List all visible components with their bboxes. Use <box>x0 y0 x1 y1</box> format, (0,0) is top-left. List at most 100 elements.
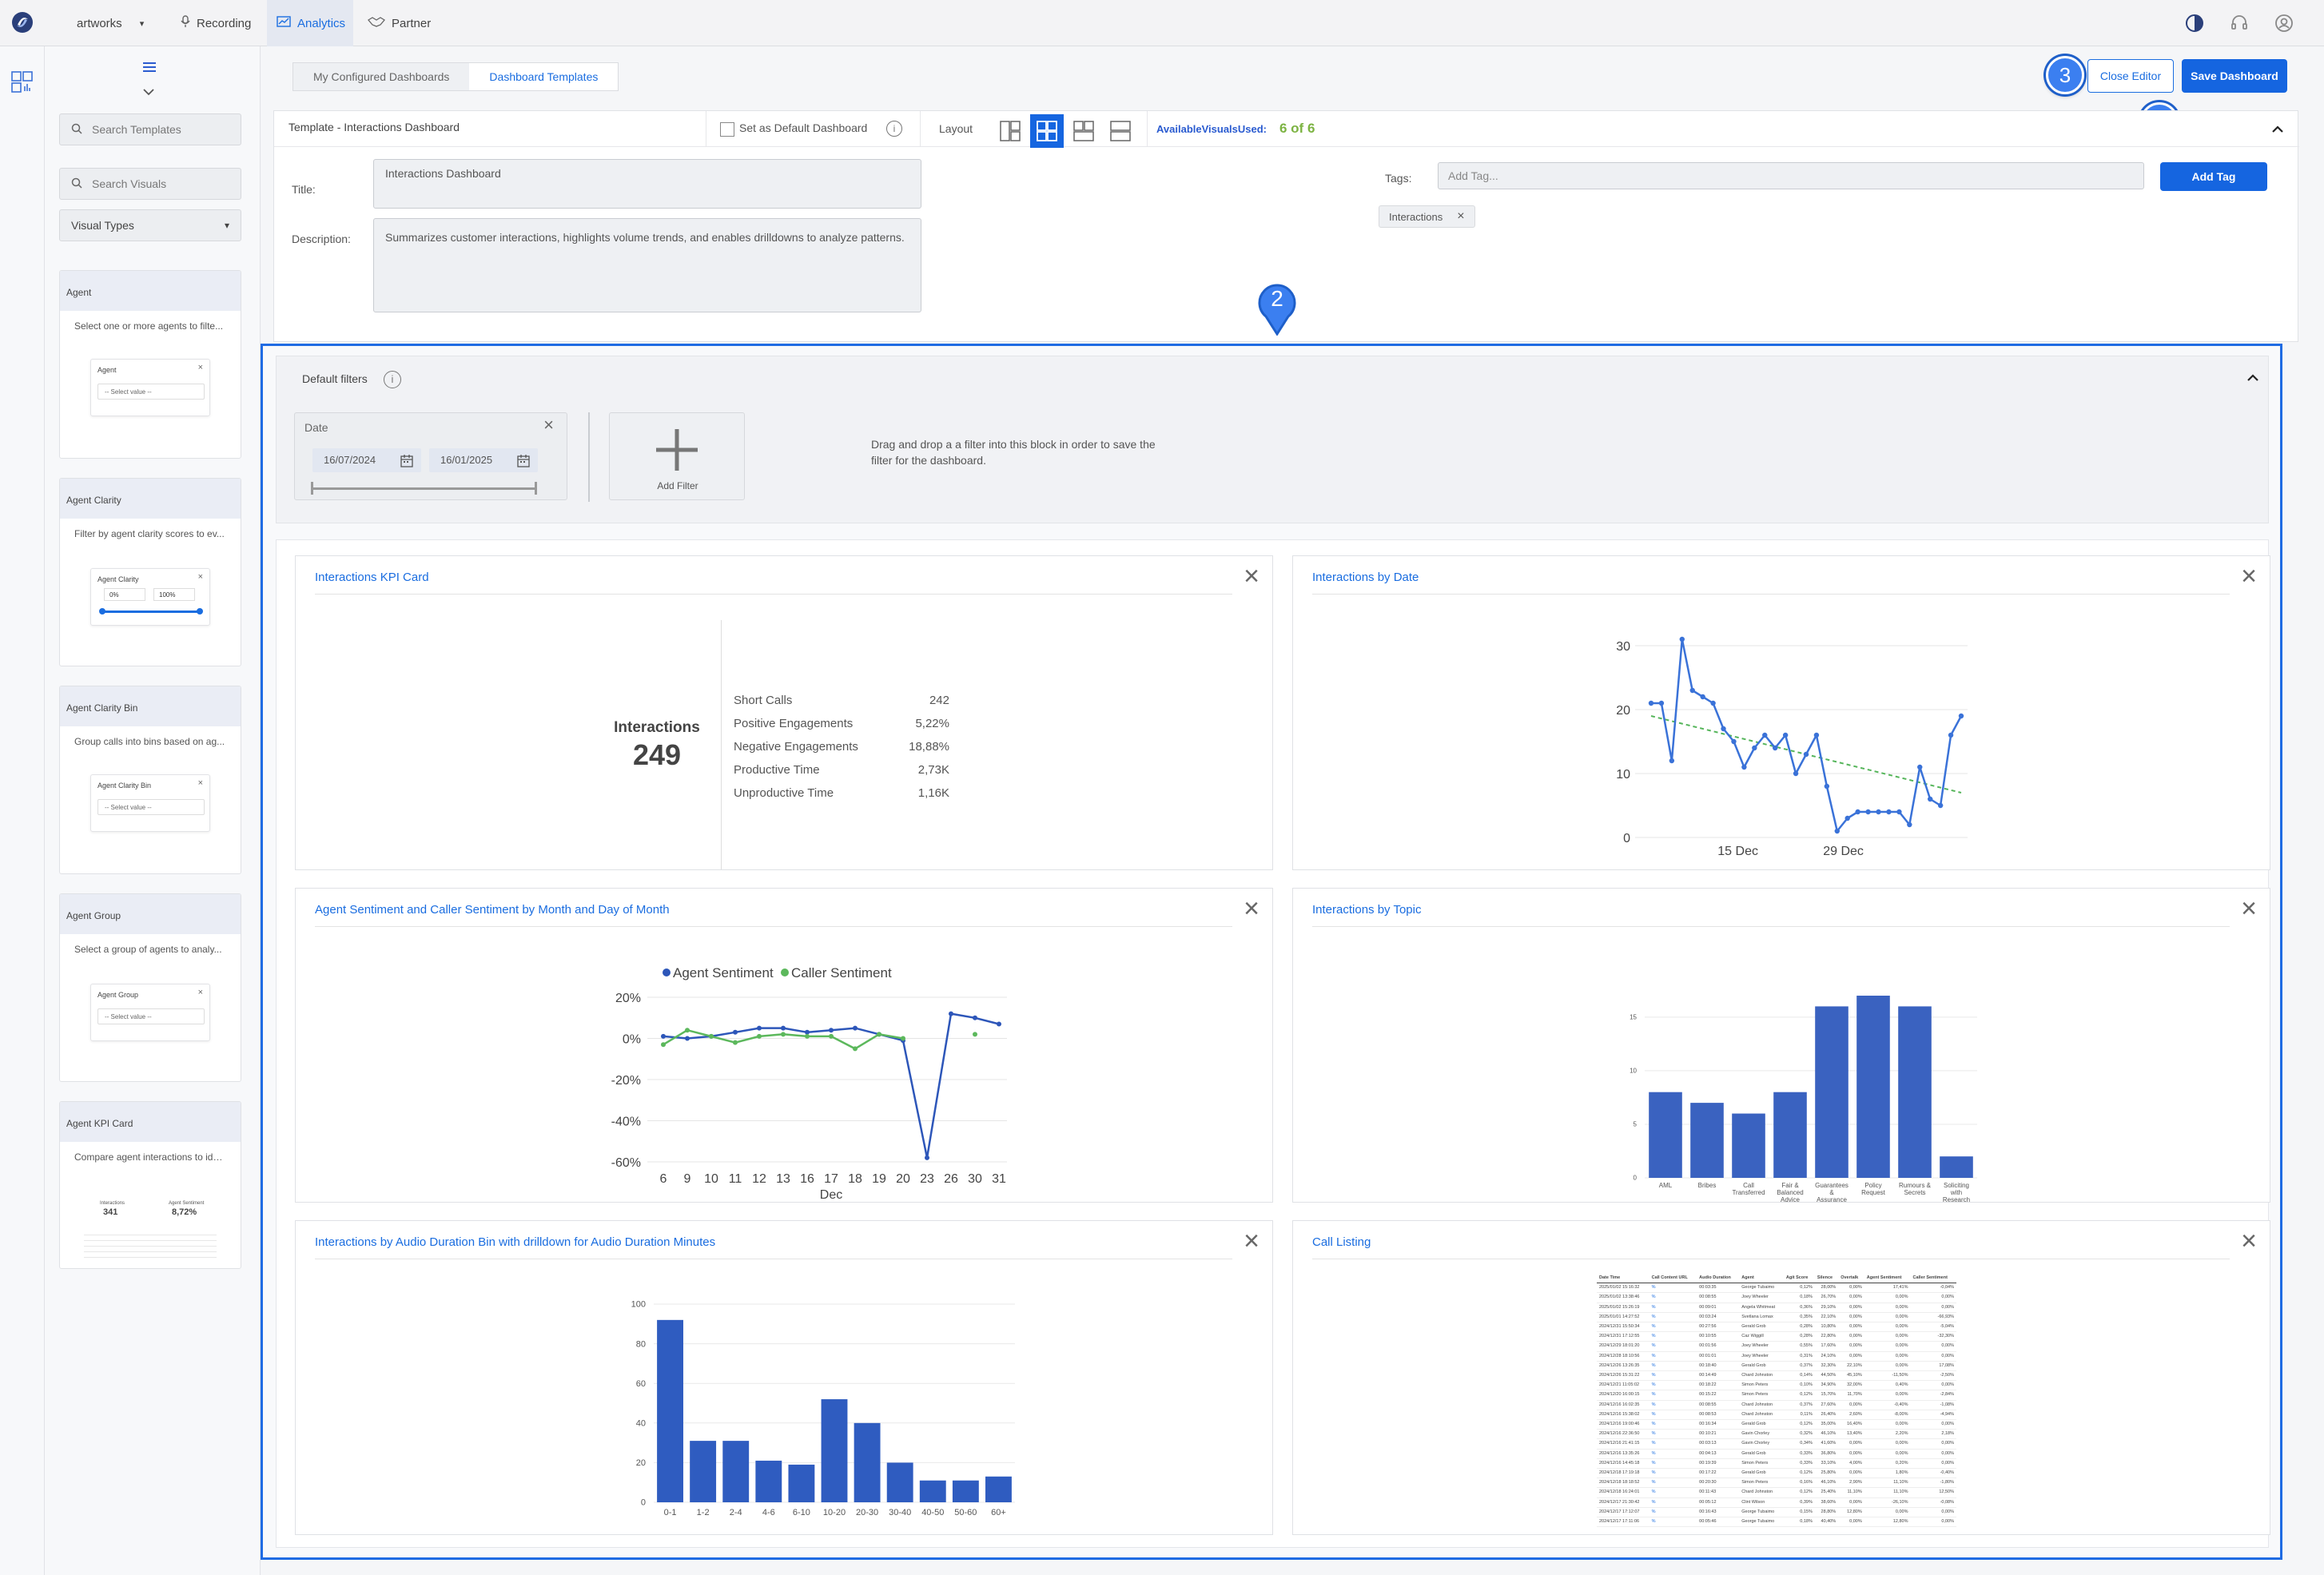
visual-card-agent-group[interactable]: Agent Group Select a group of agents to … <box>59 893 241 1082</box>
default-dashboard-checkbox[interactable] <box>720 122 734 137</box>
dashboard-builder-icon[interactable] <box>10 70 34 94</box>
panel-title[interactable]: Interactions KPI Card <box>315 571 429 584</box>
layout-option-3[interactable] <box>1067 114 1100 148</box>
nav-partner-label: Partner <box>392 16 432 30</box>
table-cell: 2024/12/28 18:10:56 <box>1597 1351 1649 1362</box>
visual-card-agent-clarity-bin[interactable]: Agent Clarity Bin Group calls into bins … <box>59 686 241 874</box>
table-cell: 45,10% <box>1838 1370 1864 1382</box>
table-row[interactable]: 2024/12/16 13:35:26% 00:04:13 Gerald Grob 0… <box>1597 1449 1956 1459</box>
slider-handle[interactable] <box>535 482 537 495</box>
user-avatar-icon[interactable] <box>2274 14 2294 33</box>
table-cell: -2,84% <box>1910 1390 1956 1401</box>
visual-card-agent[interactable]: Agent Select one or more agents to filte… <box>59 270 241 459</box>
close-panel-icon[interactable]: × <box>2241 1227 2257 1255</box>
table-cell: -8,00% <box>1864 1410 1911 1421</box>
collapse-filters-icon[interactable] <box>2246 372 2260 382</box>
bar <box>788 1464 815 1502</box>
nav-recording[interactable]: Recording <box>181 0 261 46</box>
table-row[interactable]: 2024/12/18 18:18:52% 00:20:30 Simon Peters… <box>1597 1478 1956 1489</box>
table-cell: 0,18% <box>1783 1292 1815 1303</box>
date-range-slider[interactable] <box>312 487 536 490</box>
contrast-icon[interactable] <box>2185 14 2204 33</box>
table-row[interactable]: 2024/12/17 17:12:07% 00:16:43 George Tubai… <box>1597 1507 1956 1518</box>
panel-audio-duration[interactable]: Interactions by Audio Duration Bin with … <box>295 1220 1273 1535</box>
preview-kpi-2-value: 8,72% <box>172 1207 197 1217</box>
divider <box>274 146 2299 147</box>
table-row[interactable]: 2024/12/31 17:12:55% 00:10:55 Caz Wiggill 0… <box>1597 1331 1956 1342</box>
table-row[interactable]: 2024/12/20 16:00:15% 00:15:22 Simon Peters… <box>1597 1390 1956 1401</box>
app-logo[interactable] <box>11 11 34 34</box>
table-row[interactable]: 2024/12/16 15:38:02% 00:08:53 Chard Johnst… <box>1597 1410 1956 1421</box>
table-cell: Svetlana Lomax <box>1739 1312 1784 1323</box>
tag-input[interactable]: Add Tag... <box>1438 162 2144 189</box>
add-filter-button[interactable]: Add Filter <box>609 412 745 500</box>
collapse-chevron-icon[interactable] <box>142 86 155 96</box>
chevron-down-icon: ▾ <box>139 18 145 29</box>
info-icon[interactable]: i <box>886 121 902 137</box>
search-templates-input[interactable]: Search Templates <box>59 113 241 145</box>
table-row[interactable]: 2024/12/17 17:11:06% 00:05:46 George Tubai… <box>1597 1517 1956 1528</box>
table-row[interactable]: 2024/12/16 22:36:50% 00:10:21 Gavin Chorle… <box>1597 1429 1956 1440</box>
tab-my-configured-dashboards[interactable]: My Configured Dashboards <box>293 63 469 90</box>
table-row[interactable]: 2024/12/21 11:05:02% 00:18:22 Simon Peters… <box>1597 1380 1956 1391</box>
workspace-selector[interactable]: artworks ▾ <box>77 0 153 46</box>
tab-dashboard-templates[interactable]: Dashboard Templates <box>469 63 619 90</box>
description-field[interactable]: Summarizes customer interactions, highli… <box>373 218 921 312</box>
layout-option-2[interactable] <box>1030 114 1064 148</box>
panel-interactions-by-date[interactable]: Interactions by Date × 0 10 20 30 15 Dec 29 D… <box>1292 555 2270 870</box>
visual-card-agent-clarity[interactable]: Agent Clarity Filter by agent clarity sc… <box>59 478 241 666</box>
collapse-editor-icon[interactable] <box>2270 124 2285 133</box>
table-row[interactable]: 2024/12/31 15:50:34% 00:27:56 Gerald Grob 0… <box>1597 1322 1956 1333</box>
panel-call-listing[interactable]: Call Listing × Date Time Call Content URL… <box>1292 1220 2270 1535</box>
table-row[interactable]: 2024/12/26 13:26:35% 00:18:40 Gerald Grob 0… <box>1597 1361 1956 1372</box>
hamburger-menu-icon[interactable] <box>142 61 157 74</box>
table-cell: 28,80% <box>1814 1507 1839 1518</box>
table-row[interactable]: 2024/12/18 17:19:18% 00:17:22 Gerald Grob 0… <box>1597 1468 1956 1479</box>
table-row[interactable]: 2025/01/02 15:26:19% 00:09:01 Angela Whitm… <box>1597 1303 1956 1313</box>
panel-sentiment[interactable]: Agent Sentiment and Caller Sentiment by … <box>295 888 1273 1203</box>
layout-option-4[interactable] <box>1104 114 1137 148</box>
table-row[interactable]: 2025/01/02 15:16:32% 00:03:35 George Tubai… <box>1597 1283 1956 1294</box>
close-icon[interactable]: × <box>543 415 554 436</box>
title-field[interactable]: Interactions Dashboard <box>373 159 921 209</box>
close-editor-button[interactable]: Close Editor <box>2087 59 2174 93</box>
table-row[interactable]: 2025/01/01 14:27:52% 00:03:24 Svetlana Lom… <box>1597 1312 1956 1323</box>
info-icon[interactable]: i <box>384 371 401 388</box>
visual-types-select[interactable]: Visual Types ▾ <box>59 209 241 241</box>
search-visuals-input[interactable]: Search Visuals <box>59 168 241 200</box>
headset-icon[interactable] <box>2230 14 2249 33</box>
visual-card-agent-kpi[interactable]: Agent KPI Card Compare agent interaction… <box>59 1101 241 1269</box>
legend-swatch <box>663 968 671 976</box>
date-filter-card[interactable]: Date × 16/07/2024 16/01/2025 <box>294 412 567 500</box>
save-dashboard-button[interactable]: Save Dashboard <box>2182 59 2287 93</box>
table-row[interactable]: 2024/12/16 19:00:46% 00:16:34 Gerald Grob 0… <box>1597 1419 1956 1430</box>
table-row[interactable]: 2024/12/16 21:41:15% 00:03:13 Gavin Chorle… <box>1597 1438 1956 1450</box>
table-row[interactable]: 2024/12/26 15:31:22% 00:14:49 Chard Johnst… <box>1597 1370 1956 1382</box>
panel-title[interactable]: Call Listing <box>1312 1235 1371 1249</box>
y-tick-label: 0% <box>623 1033 641 1047</box>
add-tag-button[interactable]: Add Tag <box>2160 162 2267 191</box>
callout-3: 3 <box>2046 56 2084 94</box>
panel-interactions-by-topic[interactable]: Interactions by Topic × 0 5 10 15 AML Bribes C… <box>1292 888 2270 1203</box>
table-row[interactable]: 2024/12/18 16:24:01% 00:11:43 Chard Johnst… <box>1597 1487 1956 1498</box>
table-row[interactable]: 2024/12/17 21:30:42% 00:05:12 Clint Wilson… <box>1597 1497 1956 1508</box>
calendar-icon[interactable] <box>517 455 530 471</box>
date-to-value: 16/01/2025 <box>440 454 493 466</box>
table-cell: 32,00% <box>1838 1380 1864 1391</box>
table-row[interactable]: 2024/12/28 18:10:56% 00:01:01 Joey Wheeler… <box>1597 1351 1956 1362</box>
table-row[interactable]: 2025/01/02 13:38:46% 00:08:55 Joey Wheeler… <box>1597 1292 1956 1303</box>
table-row[interactable]: 2024/12/16 14:45:18% 00:19:39 Simon Peters… <box>1597 1458 1956 1470</box>
bar <box>657 1319 683 1502</box>
slider-handle[interactable] <box>311 482 313 495</box>
remove-tag-icon[interactable]: × <box>1457 209 1464 224</box>
close-panel-icon[interactable]: × <box>1244 563 1259 590</box>
panel-interactions-kpi[interactable]: Interactions KPI Card × Interactions 249… <box>295 555 1273 870</box>
table-cell: 0,00% <box>1838 1322 1864 1333</box>
table-row[interactable]: 2024/12/29 18:01:20% 00:01:56 Joey Wheeler… <box>1597 1341 1956 1352</box>
nav-analytics[interactable]: Analytics <box>267 0 353 46</box>
table-row[interactable]: 2024/12/16 16:02:35% 00:08:55 Chard Johnst… <box>1597 1400 1956 1410</box>
nav-partner[interactable]: Partner <box>368 0 441 46</box>
calendar-icon[interactable] <box>400 455 413 471</box>
layout-option-1[interactable] <box>993 114 1027 148</box>
table-cell: 0,00% <box>1910 1507 1956 1518</box>
